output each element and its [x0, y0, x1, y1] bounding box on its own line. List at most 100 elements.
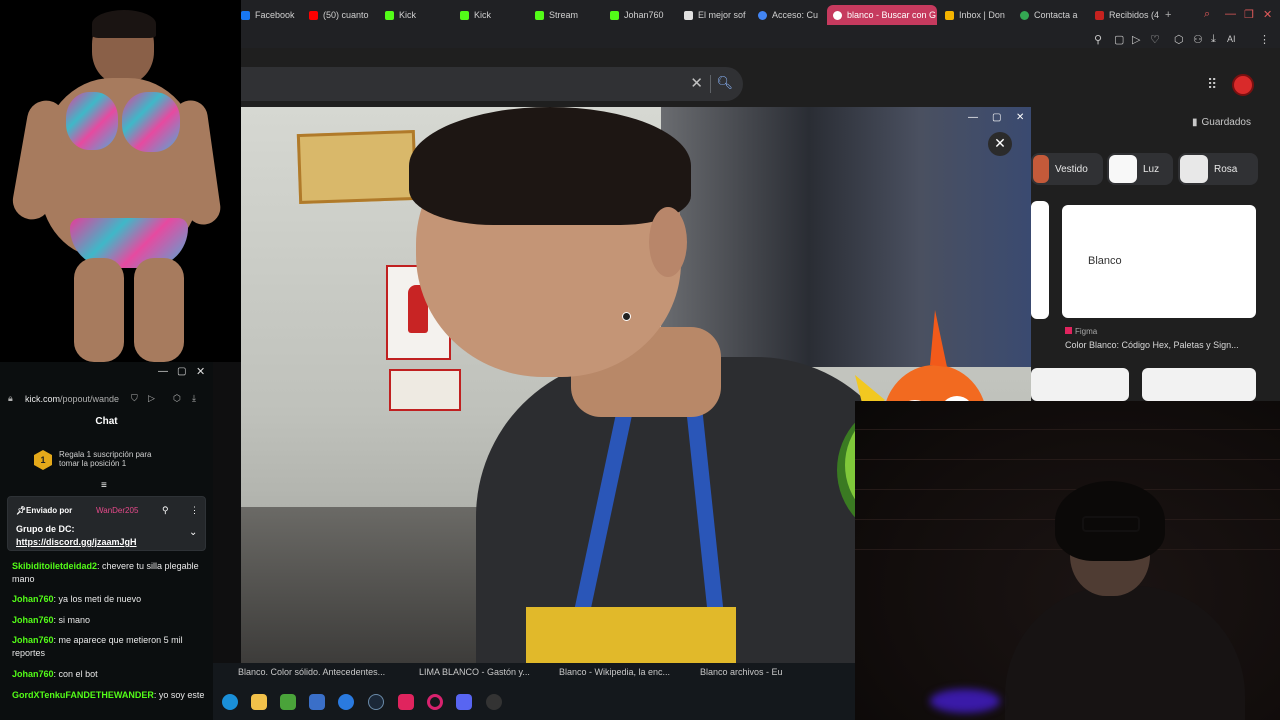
- pinned-message: 📌︎ Enviado por WanDer205 ⚲ ⋮ Grupo de DC…: [7, 496, 206, 551]
- minecraft-icon[interactable]: [280, 694, 296, 710]
- close-icon[interactable]: ✕: [196, 365, 205, 378]
- minimize-icon[interactable]: —: [968, 112, 978, 123]
- steam-icon[interactable]: [368, 694, 384, 710]
- streamer-glasses: [1082, 516, 1140, 532]
- extension-icon[interactable]: ⬡: [1174, 33, 1184, 46]
- clear-icon[interactable]: ✕: [690, 74, 703, 92]
- browser-icon[interactable]: [338, 694, 354, 710]
- result-title[interactable]: Color Blanco: Código Hex, Paletas y Sign…: [1065, 340, 1239, 350]
- person-hair: [409, 107, 691, 225]
- result-thumbnail[interactable]: [1142, 368, 1256, 401]
- new-tab-button[interactable]: +: [1165, 5, 1179, 25]
- result-image-partial[interactable]: [1031, 201, 1049, 319]
- ai-button[interactable]: AI: [1227, 34, 1236, 44]
- tab-stream[interactable]: Stream: [535, 5, 599, 25]
- download-icon[interactable]: ⤓: [192, 393, 196, 404]
- tab-blanco-search[interactable]: blanco - Buscar con G: [827, 5, 937, 25]
- chat-text: ya los meti de nuevo: [58, 594, 142, 604]
- tab-youtube[interactable]: (50) cuanto: [309, 5, 377, 25]
- apps-grid-icon[interactable]: ⠿: [1207, 76, 1217, 93]
- youtube-icon: [309, 10, 318, 20]
- url-domain: kick.com: [25, 394, 61, 404]
- whatsapp-icon: [1020, 10, 1029, 20]
- tab-inbox[interactable]: Inbox | Don: [945, 5, 1011, 25]
- tab-facebook[interactable]: Facebook: [241, 5, 301, 25]
- wall-sign: [296, 129, 418, 205]
- tab-acceso[interactable]: Acceso: Cu: [758, 5, 818, 25]
- app-icon[interactable]: [486, 694, 502, 710]
- more-icon[interactable]: ⋮: [190, 505, 199, 516]
- person-ear: [649, 207, 687, 277]
- heart-icon[interactable]: ♡: [1150, 33, 1160, 46]
- tabs-icon[interactable]: ▢: [1114, 33, 1124, 46]
- maximize-icon[interactable]: ▢: [177, 366, 186, 377]
- search-tabs-icon[interactable]: ⌕: [1204, 8, 1210, 21]
- tab-recibidos[interactable]: Recibidos (4: [1095, 5, 1159, 25]
- filter-icon[interactable]: ≡: [101, 480, 107, 491]
- taskbar-window-tab[interactable]: Blanco archivos - Eu: [700, 667, 783, 677]
- chat-text: yo soy este: [158, 690, 205, 700]
- kick-icon: [460, 10, 469, 20]
- taskbar-window-tab[interactable]: Blanco. Color sólido. Antecedentes...: [238, 667, 385, 677]
- chat-message: GordXTenkuFANDETHEWANDER: yo soy este: [12, 690, 205, 700]
- opera-icon[interactable]: [427, 694, 443, 710]
- avatar[interactable]: [1232, 74, 1254, 96]
- close-preview-button[interactable]: ✕: [988, 132, 1012, 156]
- search-icon[interactable]: 🔍︎: [716, 75, 733, 91]
- tab-johan760[interactable]: Johan760: [610, 5, 672, 25]
- chat-url-bar[interactable]: 🔒︎ kick.com/popout/wande ⛉ ▷ ⬡ ⤓: [0, 390, 213, 408]
- chevron-down-icon[interactable]: ⌄: [189, 527, 197, 538]
- result-thumbnail[interactable]: [1031, 368, 1129, 401]
- result-source[interactable]: Figma: [1065, 327, 1097, 336]
- tab-contacta[interactable]: Contacta a: [1020, 5, 1082, 25]
- rgb-light: [930, 689, 1000, 713]
- shield-icon[interactable]: ⛉: [131, 393, 138, 404]
- taskbar-window-tab[interactable]: LIMA BLANCO - Gastón y...: [419, 667, 530, 677]
- tab-kick-2[interactable]: Kick: [460, 5, 520, 25]
- chat-username[interactable]: Johan760: [12, 615, 54, 625]
- chip-luz[interactable]: Luz: [1107, 153, 1173, 185]
- calculator-icon[interactable]: [309, 694, 325, 710]
- result-image[interactable]: Blanco: [1062, 205, 1256, 318]
- close-window-icon[interactable]: ✕: [1263, 8, 1272, 21]
- chat-username[interactable]: Skibiditoiletdeidad2: [12, 561, 97, 571]
- kick-icon: [385, 10, 394, 20]
- gift-sub-banner[interactable]: 1 Regala 1 suscripción para tomar la pos…: [0, 446, 213, 476]
- overlay-hair: [92, 10, 156, 38]
- chat-message: Johan760: me aparece que metieron 5 mil …: [12, 635, 183, 658]
- chat-text: si mano: [58, 615, 91, 625]
- extension-icon[interactable]: ⬡: [173, 393, 181, 404]
- pinned-user[interactable]: WanDer205: [96, 506, 138, 515]
- folder-icon[interactable]: [251, 694, 267, 710]
- download-icon[interactable]: ⤓: [1211, 33, 1216, 46]
- close-icon[interactable]: ✕: [1016, 112, 1024, 123]
- edge-icon[interactable]: [222, 694, 238, 710]
- chip-vestido[interactable]: Vestido: [1031, 153, 1103, 185]
- saved-button[interactable]: ▮ Guardados: [1192, 117, 1251, 128]
- chat-username[interactable]: Johan760: [12, 594, 54, 604]
- tab-mejor-software[interactable]: El mejor sof: [684, 5, 746, 25]
- streamer-body: [1005, 586, 1245, 720]
- play-icon[interactable]: ▷: [1132, 33, 1140, 46]
- taskbar-window-tab[interactable]: Blanco - Wikipedia, la enc...: [559, 667, 670, 677]
- chat-username[interactable]: Johan760: [12, 635, 54, 645]
- play-icon[interactable]: ▷: [148, 393, 155, 404]
- tiktok-icon[interactable]: [398, 694, 414, 710]
- chat-username[interactable]: Johan760: [12, 669, 54, 679]
- chat-username[interactable]: GordXTenkuFANDETHEWANDER: [12, 690, 154, 700]
- search-box[interactable]: ✕ 🔍︎: [241, 67, 743, 101]
- chip-rosa[interactable]: Rosa: [1178, 153, 1258, 185]
- profile-icon[interactable]: ⚇: [1193, 33, 1203, 46]
- discord-link[interactable]: https://discord.gg/jzaamJgH: [16, 537, 137, 547]
- minimize-icon[interactable]: —: [158, 366, 168, 377]
- menu-icon[interactable]: ⋮: [1259, 33, 1270, 46]
- chip-thumbnail: [1033, 155, 1049, 183]
- unpin-icon[interactable]: ⚲: [162, 505, 169, 516]
- tab-kick-1[interactable]: Kick: [385, 5, 445, 25]
- discord-icon[interactable]: [456, 694, 472, 710]
- pin-icon[interactable]: ⚲: [1094, 33, 1102, 46]
- browser-tab-strip: Facebook (50) cuanto Kick Kick Stream Jo…: [241, 0, 1280, 30]
- minimize-icon[interactable]: —: [1225, 8, 1236, 20]
- maximize-icon[interactable]: ▢: [992, 112, 1001, 123]
- maximize-icon[interactable]: ❐: [1244, 8, 1254, 21]
